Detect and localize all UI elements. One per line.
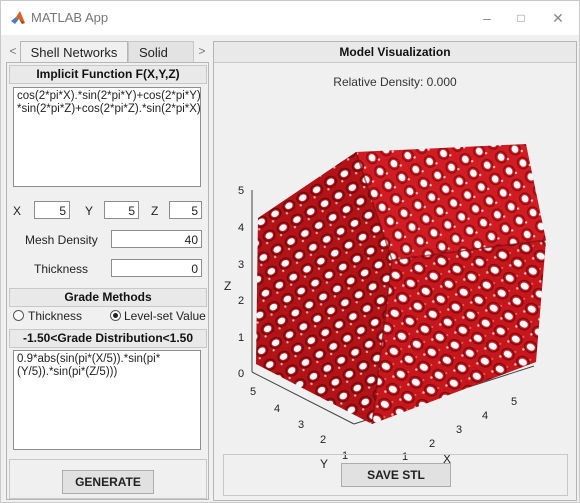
title-bar: MATLAB App – □ ✕ — [1, 1, 579, 35]
z-tick-label: 3 — [238, 259, 244, 271]
grade-level-set-radio[interactable]: Level-set Value — [110, 309, 206, 324]
tab-scroll-right-icon[interactable]: > — [195, 41, 209, 62]
generate-button[interactable]: GENERATE — [62, 470, 154, 494]
radio-selected-icon — [110, 310, 121, 321]
implicit-function-heading: Implicit Function F(X,Y,Z) — [9, 65, 207, 84]
z-tick-label: 0 — [238, 368, 244, 380]
grade-distribution-heading: -1.50<Grade Distribution<1.50 — [9, 329, 207, 348]
left-panel: < Shell Networks Solid Netv > Implicit F… — [6, 41, 209, 500]
maximize-button[interactable]: □ — [506, 7, 536, 29]
grade-distribution-input[interactable]: 0.9*abs(sin(pi*(X/5)).*sin(pi* (Y/5)).*s… — [13, 350, 201, 450]
y-tick-label: 4 — [274, 403, 280, 415]
tab-solid-networks[interactable]: Solid Netv — [128, 41, 194, 62]
z-axis-label: Z — [224, 279, 231, 293]
y-label: Y — [85, 204, 94, 218]
tab-strip: < Shell Networks Solid Netv > — [6, 41, 209, 63]
window-title: MATLAB App — [31, 10, 109, 25]
thickness-field[interactable]: 0 — [111, 259, 202, 277]
mesh-density-field[interactable]: 40 — [111, 230, 202, 248]
tab-label: Solid Netv — [139, 45, 168, 60]
visualization-panel: Model Visualization Relative Density: 0.… — [213, 41, 577, 501]
y-size-field[interactable]: 5 — [104, 201, 139, 219]
tab-label: Shell Networks — [30, 45, 118, 60]
matlab-logo-icon — [10, 10, 26, 26]
z-tick-label: 4 — [238, 222, 244, 234]
z-tick-label: 2 — [238, 295, 244, 307]
app-window: MATLAB App – □ ✕ < Shell Networks Solid … — [0, 0, 580, 503]
relative-density-label: Relative Density: 0.000 — [333, 75, 457, 89]
tab-shell-networks[interactable]: Shell Networks — [20, 41, 128, 63]
thickness-label: Thickness — [34, 262, 89, 276]
y-tick-label: 5 — [250, 386, 256, 398]
grade-level-set-label: Level-set Value — [124, 309, 206, 323]
model-visualization-heading: Model Visualization — [214, 42, 576, 63]
x-tick-label: 5 — [511, 396, 517, 408]
x-tick-label: 3 — [456, 424, 462, 436]
x-tick-label: 2 — [429, 438, 435, 450]
tab-scroll-left-icon[interactable]: < — [6, 41, 20, 62]
y-tick-label: 3 — [298, 419, 304, 431]
save-stl-button[interactable]: SAVE STL — [341, 463, 451, 487]
y-tick-label: 2 — [320, 434, 326, 446]
grade-thickness-label: Thickness — [28, 309, 83, 323]
z-label: Z — [151, 204, 159, 218]
lattice-right-face — [372, 240, 546, 424]
x-size-field[interactable]: 5 — [34, 201, 70, 219]
minimize-button[interactable]: – — [472, 7, 502, 29]
radio-unselected-icon — [13, 310, 24, 321]
mesh-density-label: Mesh Density — [25, 233, 98, 247]
z-tick-label: 1 — [238, 332, 244, 344]
implicit-function-input[interactable]: cos(2*pi*X).*sin(2*pi*Y)+cos(2*pi*Y). *s… — [13, 87, 201, 187]
close-button[interactable]: ✕ — [543, 7, 573, 29]
grade-thickness-radio[interactable]: Thickness — [13, 309, 103, 324]
z-tick-label: 5 — [238, 185, 244, 197]
grade-methods-heading: Grade Methods — [9, 288, 207, 307]
x-tick-label: 4 — [482, 410, 488, 422]
shell-networks-panel: Implicit Function F(X,Y,Z) cos(2*pi*X).*… — [6, 62, 209, 500]
lattice-plot[interactable]: 5 4 3 2 1 0 Z 5 4 3 2 1 0 Y 0 1 2 3 4 5 … — [214, 92, 576, 472]
z-size-field[interactable]: 5 — [169, 201, 202, 219]
x-label: X — [13, 204, 22, 218]
